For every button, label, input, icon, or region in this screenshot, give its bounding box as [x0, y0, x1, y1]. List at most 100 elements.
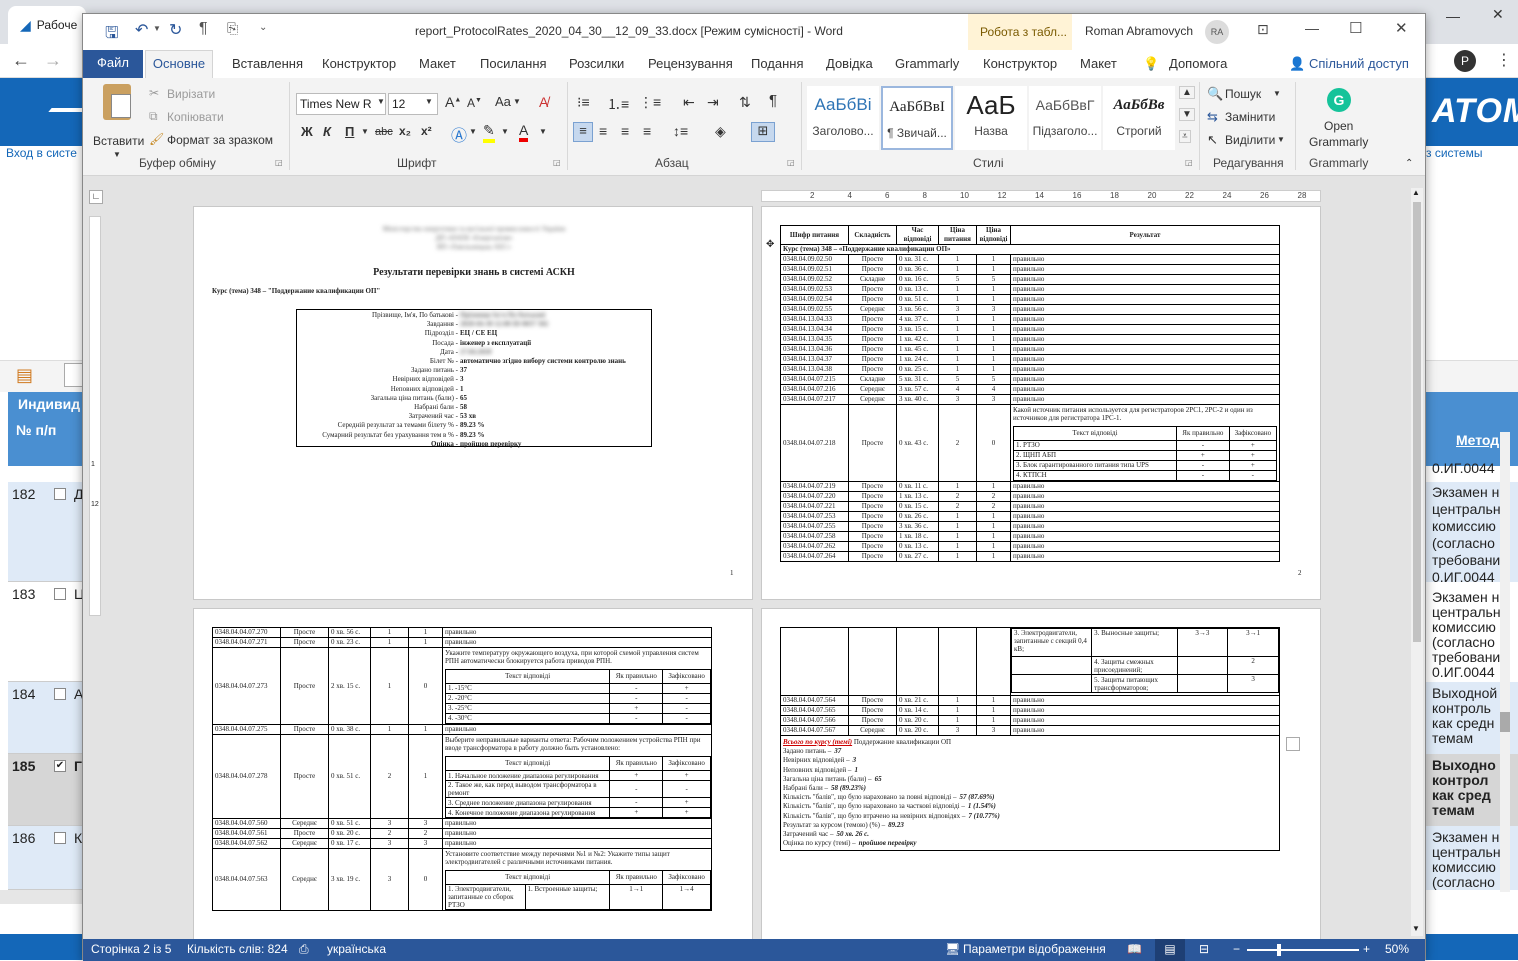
styles-scroll-down-icon[interactable]: ▼ — [1179, 108, 1195, 121]
row-checkbox[interactable] — [54, 588, 66, 600]
tab-view[interactable]: Подання — [751, 54, 804, 78]
document-page[interactable]: 3. Электродвигатели, запитанные с секций… — [761, 608, 1321, 948]
page-counter[interactable]: Сторінка 2 із 5 — [91, 942, 171, 956]
align-center-icon[interactable]: ≡ — [599, 123, 607, 139]
shading-icon[interactable]: ◈ — [715, 123, 726, 140]
document-page[interactable]: ✥ Шифр питання Складність Час відповіді … — [761, 206, 1321, 600]
paste-button[interactable] — [97, 84, 141, 132]
strikethrough-button[interactable]: abc — [375, 126, 393, 138]
tab-references[interactable]: Посилання — [480, 54, 547, 78]
select-button[interactable]: Виділити — [1225, 133, 1275, 147]
dialog-launcher-icon[interactable]: ◲ — [1185, 158, 1193, 167]
back-arrow-icon[interactable]: ← — [12, 50, 30, 71]
chevron-down-icon[interactable]: ▼ — [377, 97, 385, 106]
word-count[interactable]: Кількість слів: 824 — [187, 942, 288, 956]
multilevel-list-icon[interactable]: ⋮≡ — [639, 94, 661, 111]
vertical-ruler[interactable]: 1 12 — [89, 216, 101, 616]
tab-selector-icon[interactable]: ∟ — [89, 190, 103, 204]
chevron-down-icon[interactable]: ▼ — [1277, 135, 1285, 144]
grammarly-open-label[interactable]: Open — [1324, 119, 1353, 133]
undo-icon[interactable]: ↶ — [135, 20, 148, 40]
close-icon[interactable]: ✕ — [1395, 19, 1408, 37]
tell-me-search[interactable]: Допомога — [1169, 54, 1227, 78]
row-checkbox[interactable] — [54, 688, 66, 700]
chevron-down-icon[interactable]: ▼ — [153, 24, 161, 33]
tab-file[interactable]: Файл — [83, 50, 143, 78]
chevron-down-icon[interactable]: ▼ — [1273, 89, 1281, 98]
paste-label[interactable]: Вставити — [93, 134, 144, 148]
scroll-thumb[interactable] — [1413, 202, 1421, 642]
justify-icon[interactable]: ≡ — [643, 123, 651, 139]
copy-button[interactable]: Копіювати — [167, 110, 224, 124]
table-resize-handle[interactable] — [1286, 737, 1300, 751]
table-row[interactable]: 182 Д — [8, 482, 84, 582]
decrease-indent-icon[interactable]: ⇤ — [683, 94, 695, 111]
login-link[interactable]: Вход в систе — [6, 146, 77, 160]
highlight-icon[interactable]: ✎ — [483, 122, 495, 143]
horizontal-scrollbar[interactable] — [0, 890, 84, 904]
customize-qat-icon[interactable]: ⌄ — [259, 22, 267, 33]
tab-grammarly[interactable]: Grammarly — [895, 54, 959, 78]
touch-mode-icon[interactable]: ⎘ — [227, 20, 238, 37]
filter-icon[interactable] — [64, 363, 84, 387]
borders-icon[interactable]: ⊞ — [751, 122, 775, 142]
align-right-icon[interactable]: ≡ — [621, 123, 629, 139]
web-layout-icon[interactable]: ⊟ — [1199, 942, 1209, 956]
italic-button[interactable]: К — [323, 124, 331, 139]
close-icon[interactable]: ✕ — [1492, 6, 1504, 23]
table-row[interactable]: 186 К — [8, 826, 84, 890]
row-checkbox[interactable] — [54, 832, 66, 844]
redo-icon[interactable]: ↻ — [169, 20, 182, 40]
shrink-font-icon[interactable]: A▼ — [467, 96, 482, 110]
chevron-down-icon[interactable]: ▼ — [501, 127, 509, 136]
bold-button[interactable]: Ж — [301, 124, 313, 139]
display-settings[interactable]: Параметри відображення — [963, 942, 1106, 956]
font-name-select[interactable]: Times New R — [296, 93, 386, 115]
dialog-launcher-icon[interactable]: ◲ — [553, 158, 561, 167]
tab-mailings[interactable]: Розсилки — [569, 54, 624, 78]
zoom-in-icon[interactable]: + — [1363, 942, 1370, 956]
tab-layout[interactable]: Макет — [419, 54, 456, 78]
style-heading[interactable]: АаБбВі Заголово... — [807, 86, 879, 150]
chevron-down-icon[interactable]: ▼ — [513, 97, 521, 106]
style-normal[interactable]: АаБбВвІ ¶ Звичай... — [881, 86, 953, 150]
share-button[interactable]: Спільний доступ — [1309, 54, 1409, 78]
maximize-icon[interactable]: ☐ — [1349, 19, 1362, 37]
export-icon[interactable]: ▤ — [16, 365, 33, 386]
scroll-up-icon[interactable]: ▲ — [1412, 188, 1420, 197]
increase-indent-icon[interactable]: ⇥ — [707, 94, 719, 111]
minimize-icon[interactable]: — — [1305, 20, 1319, 36]
chevron-down-icon[interactable]: ▼ — [361, 127, 369, 136]
chevron-down-icon[interactable]: ▼ — [469, 127, 477, 136]
style-subtitle[interactable]: АаБбВвГ Підзаголо... — [1029, 86, 1101, 150]
tab-design[interactable]: Конструктор — [322, 54, 396, 78]
grammarly-icon[interactable]: G — [1327, 88, 1351, 112]
table-row-selected[interactable]: 185 ✔ Г — [8, 754, 84, 826]
styles-more-icon[interactable]: ⩡ — [1179, 130, 1191, 143]
style-strong[interactable]: АаБбВв Строгий — [1103, 86, 1175, 150]
document-page[interactable]: 0348.04.04.07.270 Просте 0 хв. 56 с. 1 1 прав… — [193, 608, 753, 948]
chevron-down-icon[interactable]: ▼ — [425, 97, 433, 106]
forward-arrow-icon[interactable]: → — [44, 50, 62, 71]
browser-tab[interactable]: ◢ Рабоче — [8, 6, 86, 44]
page-scrollbar[interactable] — [1500, 432, 1510, 892]
user-avatar[interactable]: RA — [1205, 20, 1229, 44]
dialog-launcher-icon[interactable]: ◲ — [787, 158, 795, 167]
zoom-slider[interactable] — [1247, 944, 1359, 956]
styles-scroll-up-icon[interactable]: ▲ — [1179, 86, 1195, 99]
language[interactable]: українська — [327, 942, 386, 956]
pilcrow-icon[interactable]: ¶ — [199, 20, 208, 38]
numbering-icon[interactable]: ⒈≡ — [607, 94, 629, 114]
underline-button[interactable]: П — [345, 124, 354, 139]
save-icon[interactable]: 🖫 — [105, 22, 119, 49]
change-case-button[interactable]: Aa — [495, 94, 511, 109]
row-checkbox[interactable] — [54, 488, 66, 500]
font-color-icon[interactable]: A — [519, 122, 529, 142]
superscript-button[interactable]: x² — [421, 124, 432, 138]
tab-review[interactable]: Рецензування — [648, 54, 733, 78]
read-mode-icon[interactable]: 📖 — [1127, 942, 1142, 956]
minimize-icon[interactable]: — — [1446, 8, 1460, 24]
cut-button[interactable]: Вирізати — [167, 87, 215, 101]
pilcrow-icon[interactable]: ¶ — [769, 92, 777, 109]
user-name[interactable]: Roman Abramovych — [1085, 24, 1193, 38]
